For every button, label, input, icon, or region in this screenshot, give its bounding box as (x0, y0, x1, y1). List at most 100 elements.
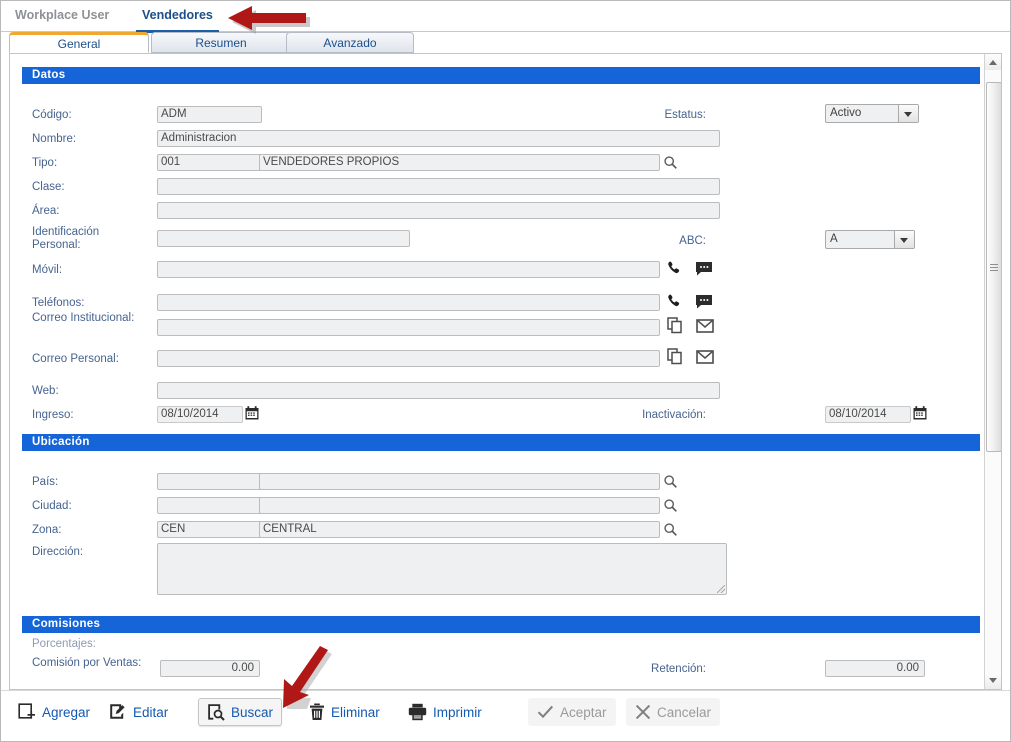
editar-button-label: Editar (133, 705, 168, 720)
input-pais-desc[interactable] (259, 473, 660, 490)
input-area[interactable] (157, 202, 720, 219)
agregar-button[interactable]: Agregar (9, 698, 99, 726)
label-estatus: Estatus: (610, 109, 706, 122)
section-header-datos: Datos (22, 67, 980, 84)
label-area: Área: (32, 205, 60, 218)
close-x-icon (635, 704, 651, 720)
add-document-icon (18, 703, 36, 721)
calendar-icon-ingreso[interactable] (245, 406, 259, 420)
phone-icon-movil[interactable] (666, 260, 683, 277)
label-movil: Móvil: (32, 264, 62, 277)
tab-resumen[interactable]: Resumen (151, 32, 291, 53)
select-estatus-value: Activo (830, 107, 861, 119)
label-nombre: Nombre: (32, 133, 76, 146)
label-ingreso: Ingreso: (32, 409, 74, 422)
agregar-button-label: Agregar (42, 705, 90, 720)
search-icon-tipo[interactable] (663, 155, 678, 170)
vendedores-window: Workplace User Vendedores General Resume… (0, 0, 1011, 742)
eliminar-button-label: Eliminar (331, 705, 380, 720)
breadcrumb-tab-vendedores[interactable]: Vendedores (136, 5, 219, 33)
input-codigo[interactable]: ADM (157, 106, 262, 123)
copy-icon-correo-institucional[interactable] (667, 317, 683, 334)
chat-icon-telefonos[interactable] (695, 294, 713, 310)
buscar-button-label: Buscar (231, 705, 273, 720)
label-retencion: Retención: (610, 663, 706, 676)
label-inactivacion: Inactivación: (610, 409, 706, 422)
label-correo-institucional: Correo Institucional: (32, 312, 142, 325)
copy-icon-correo-personal[interactable] (667, 348, 683, 365)
section-header-ubicacion: Ubicación (22, 434, 980, 451)
input-clase[interactable] (157, 178, 720, 195)
scroll-up-arrow-icon[interactable] (985, 54, 1001, 70)
chat-icon-movil[interactable] (695, 261, 713, 277)
phone-icon-telefonos[interactable] (666, 293, 683, 310)
input-telefonos[interactable] (157, 294, 660, 311)
select-estatus[interactable]: Activo (825, 104, 919, 123)
input-retencion[interactable]: 0.00 (825, 660, 925, 677)
aceptar-button-label: Aceptar (560, 705, 607, 720)
eliminar-button[interactable]: Eliminar (300, 698, 389, 726)
input-movil[interactable] (157, 261, 660, 278)
input-ciudad-code[interactable] (157, 497, 262, 514)
label-direccion: Dirección: (32, 546, 83, 559)
search-icon-zona[interactable] (663, 522, 678, 537)
tab-general[interactable]: General (9, 32, 149, 53)
breadcrumb-tab-workplace-user[interactable]: Workplace User (9, 5, 115, 30)
input-ingreso[interactable]: 08/10/2014 (157, 406, 243, 423)
printer-icon (408, 703, 427, 721)
textarea-direccion[interactable] (157, 543, 727, 595)
select-abc-value: A (830, 233, 838, 245)
input-zona-desc[interactable]: CENTRAL (259, 521, 660, 538)
label-tipo: Tipo: (32, 157, 57, 170)
editar-button[interactable]: Editar (100, 698, 177, 726)
select-abc[interactable]: A (825, 230, 915, 249)
breadcrumb: Workplace User Vendedores (1, 1, 1010, 32)
form-panel: Datos Código: ADM Nombre: Administracion… (9, 53, 1002, 690)
scrollbar-thumb[interactable] (986, 82, 1002, 452)
search-document-icon (207, 703, 225, 721)
mail-icon-correo-personal[interactable] (696, 350, 714, 364)
label-porcentajes: Porcentajes: (32, 638, 96, 651)
buscar-button[interactable]: Buscar (198, 698, 282, 726)
input-pais-code[interactable] (157, 473, 262, 490)
chevron-down-icon-abc[interactable] (894, 231, 914, 248)
label-telefonos: Teléfonos: (32, 297, 84, 310)
tab-strip: General Resumen Avanzado (1, 32, 1010, 54)
input-identificacion-personal[interactable] (157, 230, 410, 247)
form-canvas: Datos Código: ADM Nombre: Administracion… (10, 54, 985, 689)
label-web: Web: (32, 385, 59, 398)
check-icon (537, 704, 554, 720)
edit-pencil-icon (109, 703, 127, 721)
label-abc: ABC: (640, 235, 706, 248)
action-toolbar: Agregar Editar Buscar Eliminar Imprimir … (1, 690, 1010, 741)
input-tipo-desc[interactable]: VENDEDORES PROPIOS (259, 154, 660, 171)
label-pais: País: (32, 476, 58, 489)
chevron-down-icon-estatus[interactable] (898, 105, 918, 122)
calendar-icon-inactivacion[interactable] (913, 406, 927, 420)
vertical-scrollbar[interactable] (984, 54, 1001, 689)
search-icon-ciudad[interactable] (663, 498, 678, 513)
input-ciudad-desc[interactable] (259, 497, 660, 514)
trash-icon (309, 703, 325, 721)
input-web[interactable] (157, 382, 720, 399)
input-correo-personal[interactable] (157, 350, 660, 367)
cancelar-button: Cancelar (626, 698, 720, 726)
label-identificacion-personal: Identificación Personal: (32, 226, 142, 252)
label-codigo: Código: (32, 109, 72, 122)
input-tipo-code[interactable]: 001 (157, 154, 262, 171)
label-clase: Clase: (32, 181, 65, 194)
search-icon-pais[interactable] (663, 474, 678, 489)
input-correo-institucional[interactable] (157, 319, 660, 336)
input-inactivacion[interactable]: 08/10/2014 (825, 406, 911, 423)
scroll-down-arrow-icon[interactable] (985, 673, 1001, 689)
imprimir-button[interactable]: Imprimir (399, 698, 491, 726)
input-zona-code[interactable]: CEN (157, 521, 262, 538)
imprimir-button-label: Imprimir (433, 705, 482, 720)
scrollbar-grip-icon (990, 262, 998, 272)
input-nombre[interactable]: Administracion (157, 130, 720, 147)
mail-icon-correo-institucional[interactable] (696, 319, 714, 333)
tab-avanzado[interactable]: Avanzado (286, 32, 414, 53)
label-zona: Zona: (32, 524, 61, 537)
input-comision-por-ventas[interactable]: 0.00 (160, 660, 260, 677)
cancelar-button-label: Cancelar (657, 705, 711, 720)
